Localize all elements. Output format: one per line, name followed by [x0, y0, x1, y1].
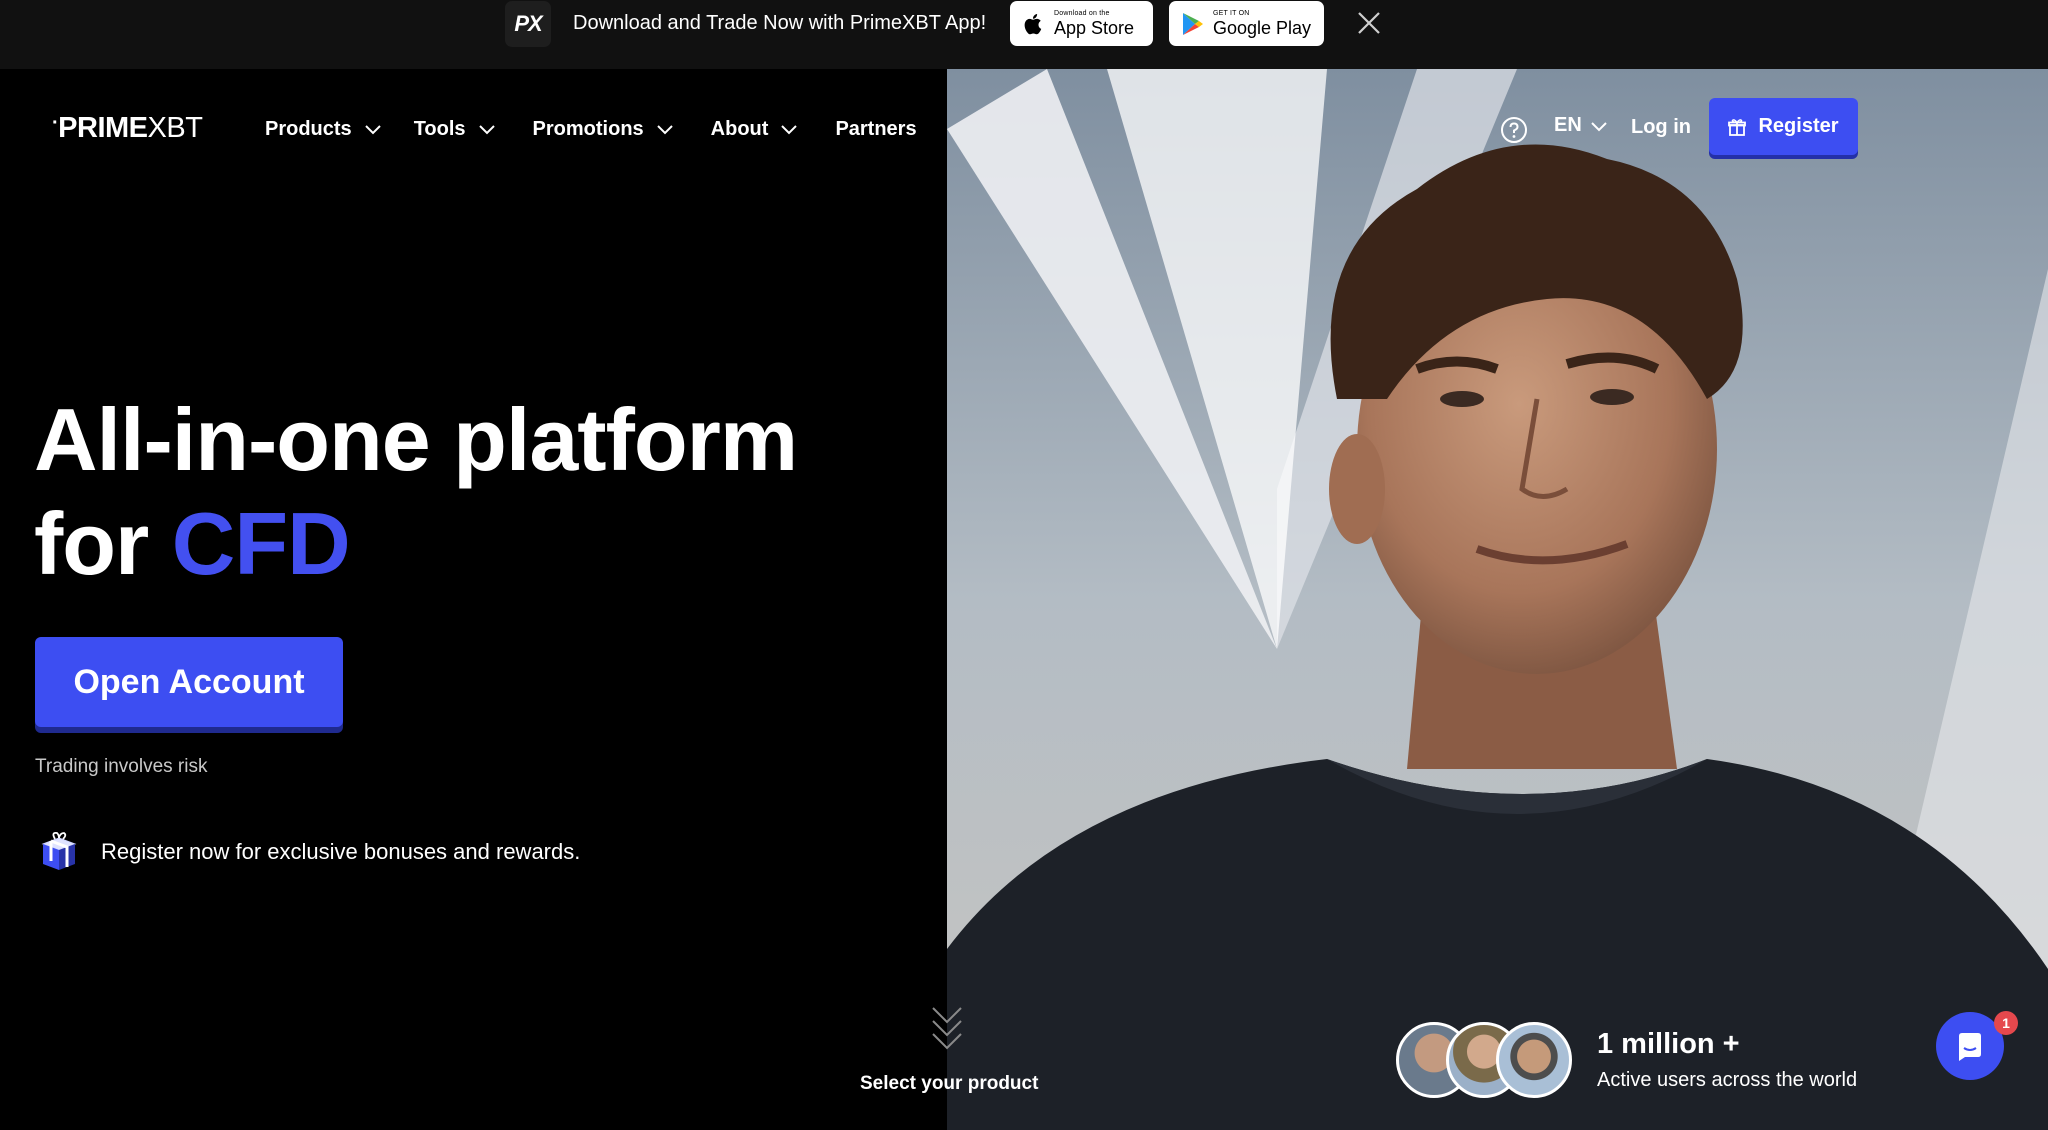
open-account-button[interactable]: Open Account [35, 637, 343, 727]
app-store-button[interactable]: Download on the App Store [1010, 1, 1153, 46]
chevron-down-icon [656, 125, 673, 135]
chevron-down-icon [364, 125, 381, 135]
scroll-down-icon[interactable] [930, 1005, 964, 1053]
nav-item-partners[interactable]: Partners [835, 118, 916, 141]
language-selector[interactable]: EN [1554, 114, 1608, 137]
primexbt-logo[interactable]: ·PRIMEXBT [52, 112, 203, 145]
nav-item-label: Partners [835, 117, 917, 140]
hero-title-prefix: for [34, 494, 149, 593]
logo-xbt-text: XBT [147, 112, 203, 144]
nav-item-about[interactable]: About [711, 118, 799, 141]
app-download-banner: PX Download and Trade Now with PrimeXBT … [0, 0, 2048, 69]
nav-item-label: Tools [413, 117, 466, 140]
bonus-promo: Register now for exclusive bonuses and r… [37, 830, 580, 874]
app-store-small-label: Download on the [1054, 10, 1110, 17]
gift-icon [1728, 118, 1747, 136]
select-product-label[interactable]: Select your product [860, 1073, 1038, 1095]
google-play-icon [1181, 10, 1205, 38]
hero-title-line1: All-in-one platform [34, 390, 798, 489]
app-store-label: App Store [1054, 18, 1135, 38]
nav-item-label: Promotions [532, 117, 644, 140]
nav-item-label: About [710, 117, 769, 140]
nav-item-products[interactable]: Products [265, 118, 382, 141]
register-button[interactable]: Register [1709, 98, 1858, 155]
google-play-label: Google Play [1213, 18, 1312, 38]
notification-badge: 1 [1994, 1011, 2018, 1035]
hero-image [947, 69, 2048, 1130]
question-circle-icon[interactable] [1500, 116, 1528, 144]
language-label: EN [1554, 114, 1582, 136]
apple-icon [1022, 10, 1046, 38]
risk-disclaimer: Trading involves risk [35, 756, 208, 777]
active-users-label: Active users across the world [1597, 1069, 1858, 1091]
chevron-down-icon [478, 125, 495, 135]
hero-title: All-in-one platform for CFD [34, 388, 798, 596]
primexbt-app-logo: PX [505, 1, 551, 47]
register-label: Register [1758, 115, 1839, 137]
chevron-down-icon [781, 125, 798, 135]
nav-item-label: Products [265, 117, 352, 140]
main-nav: Products Tools Promotions About Partners [265, 114, 917, 144]
login-link[interactable]: Log in [1631, 116, 1691, 139]
hero-title-line2: for CFD [34, 492, 797, 596]
close-icon[interactable] [1356, 10, 1382, 36]
active-users-count: 1 million + [1597, 1028, 1740, 1060]
logo-prime-text: PRIME [58, 112, 148, 144]
promo-text: Register now for exclusive bonuses and r… [101, 839, 581, 864]
google-play-button[interactable]: GET IT ON Google Play [1169, 1, 1324, 46]
hero-title-accent: CFD [171, 494, 351, 593]
nav-item-promotions[interactable]: Promotions [533, 118, 674, 141]
chevron-down-icon [1591, 121, 1607, 131]
google-play-small-label: GET IT ON [1213, 10, 1250, 17]
gift-box-icon [41, 831, 77, 870]
nav-item-tools[interactable]: Tools [414, 118, 496, 141]
user-avatars [1396, 1022, 1572, 1098]
avatar [1496, 1022, 1572, 1098]
banner-text: Download and Trade Now with PrimeXBT App… [573, 12, 987, 34]
chat-icon [1959, 1033, 1981, 1061]
